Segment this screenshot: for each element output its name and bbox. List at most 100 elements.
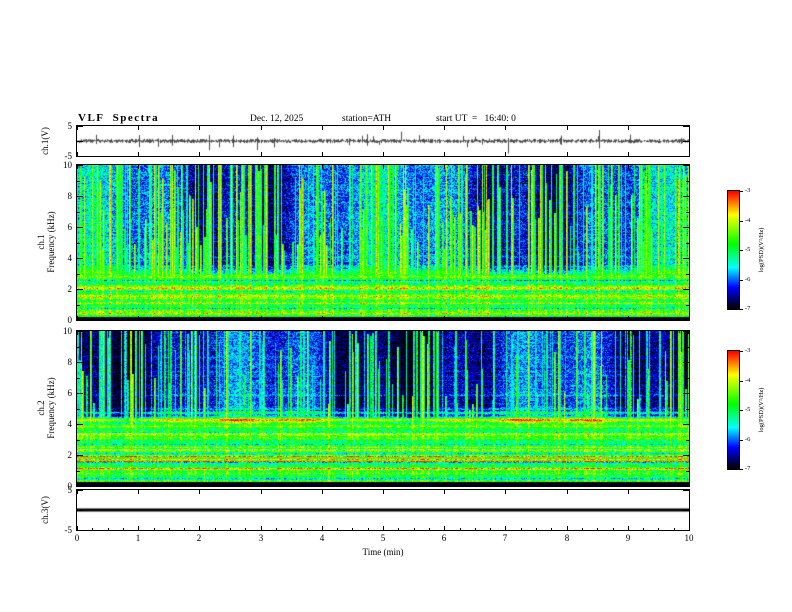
colorbar-tick-label: -6 <box>745 436 761 444</box>
y-major-tick <box>683 530 689 531</box>
x-major-tick <box>383 165 384 169</box>
y-tick-label: 10 <box>38 160 72 170</box>
figure-title: VLF Spectra <box>78 112 159 124</box>
x-minor-tick <box>154 528 155 530</box>
x-tick-label: 5 <box>371 533 395 543</box>
figure-date: Dec. 12, 2025 <box>250 114 303 124</box>
x-major-tick <box>322 331 323 335</box>
x-major-tick <box>444 490 445 494</box>
y-major-tick <box>683 486 689 487</box>
y-tick-label: -5 <box>38 525 72 535</box>
x-major-tick <box>628 152 629 156</box>
colorbar-tick <box>740 221 743 222</box>
x-major-tick <box>138 126 139 130</box>
y-minor-tick <box>77 181 80 182</box>
x-major-tick <box>689 316 690 320</box>
y-major-tick <box>683 510 689 511</box>
y-tick-label: 6 <box>38 222 72 232</box>
x-major-tick <box>383 152 384 156</box>
x-major-tick <box>567 126 568 130</box>
y-minor-tick <box>77 305 80 306</box>
ch2-spectrogram-panel <box>76 330 690 487</box>
y-major-tick <box>683 320 689 321</box>
y-major-tick <box>683 141 689 142</box>
x-major-tick <box>261 526 262 530</box>
x-minor-tick <box>352 528 353 530</box>
y-major-tick <box>683 393 689 394</box>
x-major-tick <box>261 482 262 486</box>
x-minor-tick <box>169 528 170 530</box>
x-major-tick <box>444 526 445 530</box>
y-minor-tick <box>77 471 80 472</box>
x-major-tick <box>567 526 568 530</box>
x-minor-tick <box>398 528 399 530</box>
y-minor-tick <box>686 471 689 472</box>
x-major-tick <box>322 165 323 169</box>
y-tick-label: 4 <box>38 253 72 263</box>
colorbar-tick-label: -7 <box>745 465 761 473</box>
colorbar-tick-label: -3 <box>745 347 761 355</box>
x-minor-tick <box>597 528 598 530</box>
y-major-tick <box>77 530 83 531</box>
y-minor-tick <box>77 409 80 410</box>
y-minor-tick <box>686 181 689 182</box>
y-major-tick <box>77 486 83 487</box>
y-major-tick <box>77 156 83 157</box>
x-major-tick <box>567 482 568 486</box>
x-major-tick <box>138 482 139 486</box>
x-minor-tick <box>307 528 308 530</box>
x-major-tick <box>322 490 323 494</box>
y-tick-label: 5 <box>38 485 72 495</box>
x-major-tick <box>261 316 262 320</box>
x-tick-label: 10 <box>677 533 701 543</box>
x-major-tick <box>505 526 506 530</box>
colorbar-ch1-canvas <box>728 191 739 309</box>
x-major-tick <box>383 316 384 320</box>
y-tick-label: 8 <box>38 357 72 367</box>
x-major-tick <box>199 126 200 130</box>
x-tick-label: 4 <box>310 533 334 543</box>
x-tick-label: 2 <box>187 533 211 543</box>
x-major-tick <box>689 526 690 530</box>
x-major-tick <box>689 152 690 156</box>
x-tick-label: 1 <box>126 533 150 543</box>
y-major-tick <box>77 289 83 290</box>
x-minor-tick <box>429 528 430 530</box>
start-ut-label: start UT = 16:40: 0 <box>436 114 516 124</box>
y-major-tick <box>77 227 83 228</box>
colorbar-tick-label: -5 <box>745 246 761 254</box>
x-major-tick <box>689 482 690 486</box>
x-major-tick <box>628 490 629 494</box>
y-minor-tick <box>686 212 689 213</box>
x-major-tick <box>505 152 506 156</box>
x-minor-tick <box>123 528 124 530</box>
y-major-tick <box>683 331 689 332</box>
x-major-tick <box>383 526 384 530</box>
x-major-tick <box>628 526 629 530</box>
y-tick-label: 0 <box>38 315 72 325</box>
x-minor-tick <box>460 528 461 530</box>
y-tick-label: 2 <box>38 450 72 460</box>
y-major-tick <box>77 196 83 197</box>
colorbar-tick-label: -5 <box>745 406 761 414</box>
x-major-tick <box>567 316 568 320</box>
y-major-tick <box>683 289 689 290</box>
y-major-tick <box>77 331 83 332</box>
y-minor-tick <box>686 409 689 410</box>
y-major-tick <box>77 393 83 394</box>
x-major-tick <box>444 152 445 156</box>
x-minor-tick <box>674 528 675 530</box>
x-major-tick <box>261 152 262 156</box>
x-major-tick <box>199 316 200 320</box>
x-major-tick <box>567 165 568 169</box>
x-minor-tick <box>291 528 292 530</box>
y-tick-label: 2 <box>38 284 72 294</box>
x-major-tick <box>505 331 506 335</box>
x-major-tick <box>138 490 139 494</box>
x-minor-tick <box>582 528 583 530</box>
x-minor-tick <box>230 528 231 530</box>
x-tick-label: 6 <box>432 533 456 543</box>
x-major-tick <box>505 165 506 169</box>
x-minor-tick <box>108 528 109 530</box>
y-major-tick <box>683 165 689 166</box>
